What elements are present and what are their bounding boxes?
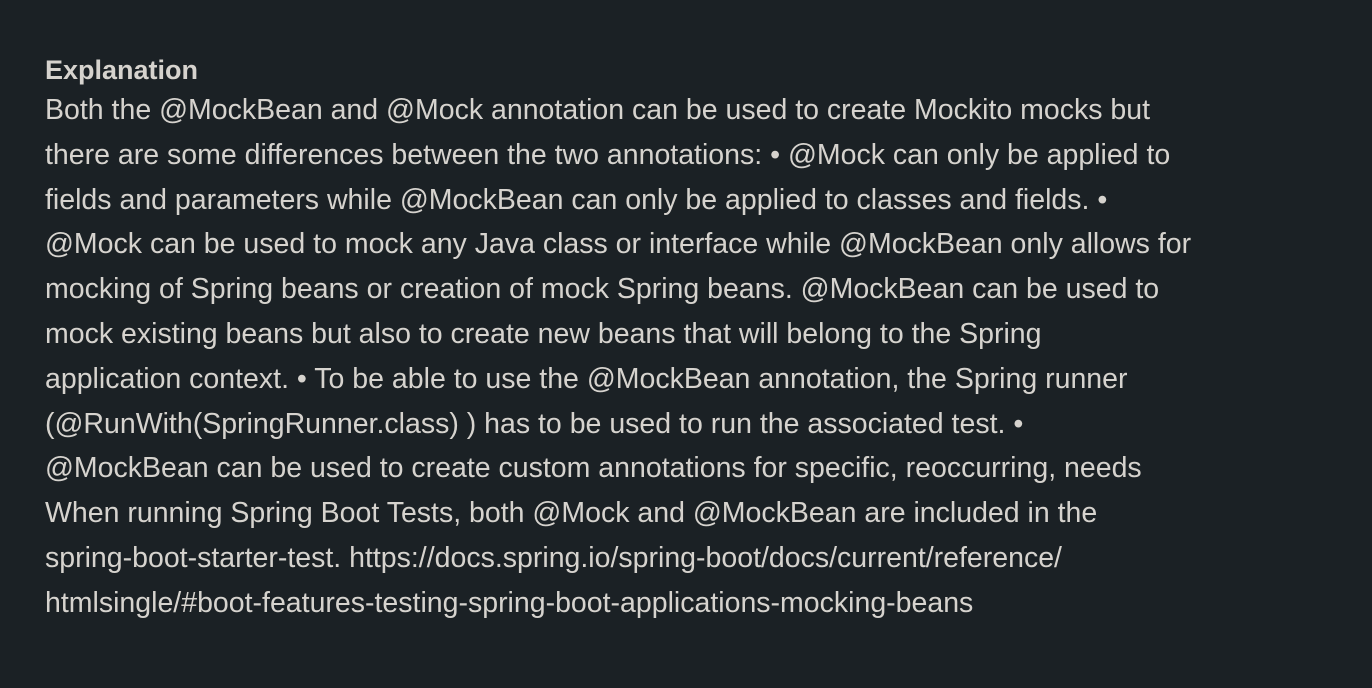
explanation-line: @Mock can be used to mock any Java class… xyxy=(45,228,1192,261)
explanation-line: Both the @MockBean and @Mock annotation … xyxy=(45,94,1151,126)
explanation-line: application context. • To be able to use… xyxy=(45,362,1128,395)
explanation-panel: Explanation Both the @MockBean and @Mock… xyxy=(0,0,1372,688)
explanation-body: Both the @MockBean and @Mock annotation … xyxy=(45,88,1335,626)
explanation-content: Explanation Both the @MockBean and @Mock… xyxy=(45,52,1335,626)
explanation-line: fields and parameters while @MockBean ca… xyxy=(45,183,1108,216)
reference-link-line[interactable]: spring-boot-starter-test. https://docs.s… xyxy=(45,536,1335,581)
explanation-line: there are some differences between the t… xyxy=(45,138,1171,171)
explanation-line: mocking of Spring beans or creation of m… xyxy=(45,273,1160,306)
reference-link-line[interactable]: htmlsingle/#boot-features-testing-spring… xyxy=(45,581,1335,626)
explanation-line: @MockBean can be used to create custom a… xyxy=(45,452,1142,485)
explanation-line: When running Spring Boot Tests, both @Mo… xyxy=(45,497,1098,530)
explanation-line: mock existing beans but also to create n… xyxy=(45,317,1042,350)
explanation-line: (@RunWith(SpringRunner.class) ) has to b… xyxy=(45,407,1024,440)
explanation-heading: Explanation xyxy=(45,55,199,85)
